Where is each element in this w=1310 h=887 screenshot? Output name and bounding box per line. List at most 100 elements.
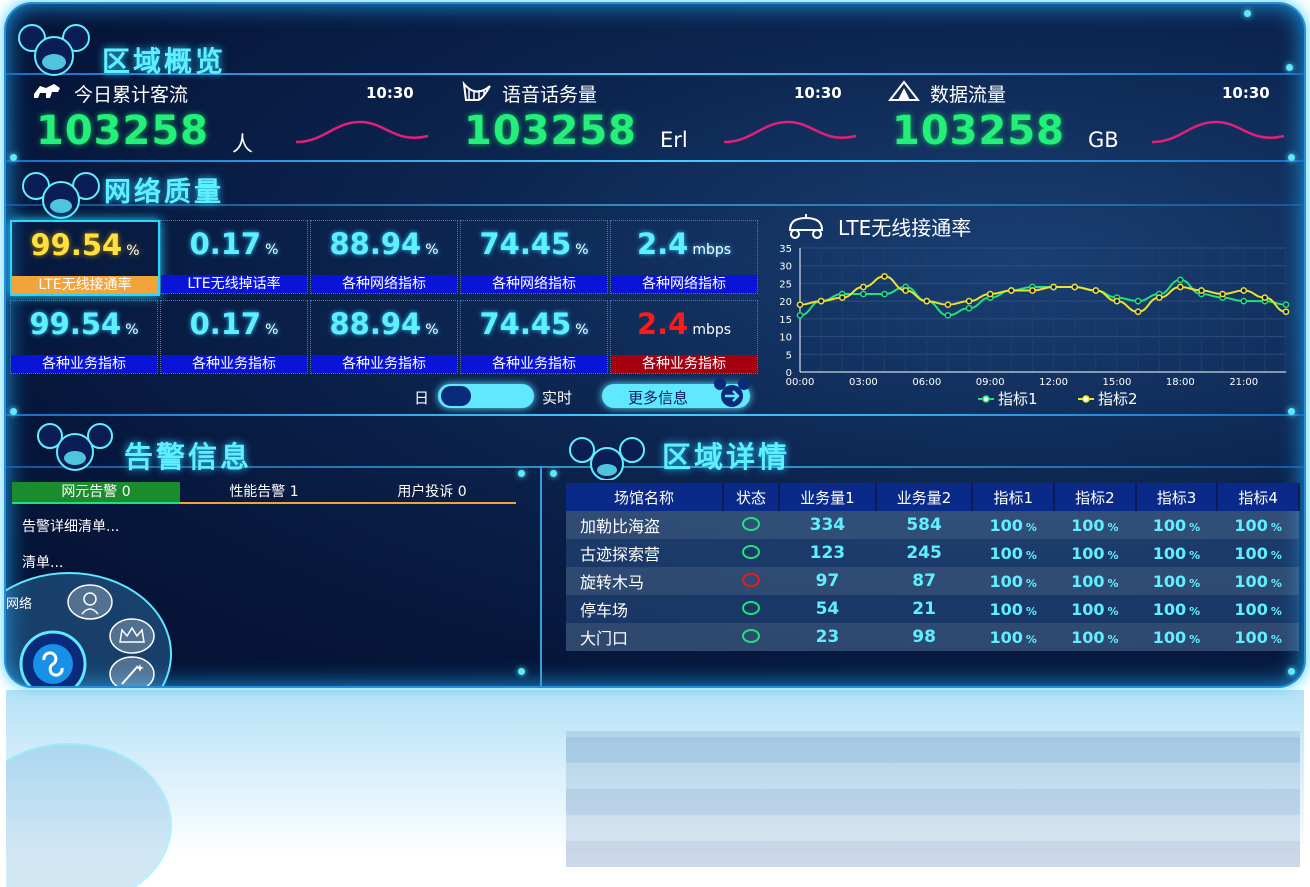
kpi-label: 语音话务量 xyxy=(502,84,598,106)
table-header-row: 场馆名称 状态 业务量1 业务量2 指标1 指标2 指标3 指标4 xyxy=(566,483,1300,511)
corner-dot xyxy=(10,408,17,415)
volume1-cell: 54 xyxy=(779,595,876,623)
data-point xyxy=(923,297,931,305)
crown-icon[interactable] xyxy=(108,618,156,654)
tab-ne-alarm[interactable]: 网元告警 0 xyxy=(12,482,180,504)
venue-name: 旋转木马 xyxy=(566,567,723,595)
y-tick-label: 15 xyxy=(779,315,792,326)
tab-performance-alarm[interactable]: 性能告警 1 xyxy=(180,482,348,504)
column-header[interactable]: 场馆名称 xyxy=(566,483,724,511)
metric-label: 各种业务指标 xyxy=(161,355,307,373)
status-cell xyxy=(722,595,780,623)
data-point xyxy=(860,290,867,298)
table-row[interactable]: 停车场 54 21 100% 100% 100% 100% xyxy=(566,595,1299,623)
metric-label: 各种业务指标 xyxy=(11,355,157,373)
metric-value: 74.45% xyxy=(479,307,589,341)
harp-icon xyxy=(462,80,491,101)
metric-value: 0.17% xyxy=(189,227,279,261)
y-tick-label: 10 xyxy=(779,333,792,344)
y-tick-label: 25 xyxy=(779,279,792,290)
data-point xyxy=(1176,283,1184,291)
data-point xyxy=(817,297,825,305)
data-point xyxy=(1198,287,1205,294)
screen-reflection xyxy=(6,690,1304,887)
metric-label: 各种业务指标 xyxy=(461,355,607,373)
metric-value: 74.45% xyxy=(479,227,589,261)
horse-icon xyxy=(34,84,60,98)
indicator-cell: 100% xyxy=(1054,539,1136,567)
metric-value: 2.4 mbps xyxy=(636,307,732,341)
venue-name: 停车场 xyxy=(566,595,723,623)
metric-value: 2.4 mbps xyxy=(636,227,732,261)
venue-name: 加勒比海盗 xyxy=(566,511,723,539)
metric-tile-row2-4[interactable]: 74.45% 各种业务指标 xyxy=(460,300,608,374)
magic-wand-icon[interactable] xyxy=(108,656,156,686)
column-header[interactable]: 业务量1 xyxy=(779,483,877,511)
metric-tile-row2-1[interactable]: 99.54% 各种业务指标 xyxy=(10,300,158,374)
column-header[interactable]: 指标3 xyxy=(1135,483,1219,511)
metric-value: 99.54% xyxy=(30,228,140,262)
indicator-cell: 100% xyxy=(1217,511,1299,539)
data-point xyxy=(986,290,994,298)
table-row[interactable]: 旋转木马 97 87 100% 100% 100% 100% xyxy=(566,567,1299,595)
status-cell xyxy=(722,623,780,651)
metric-value: 99.54% xyxy=(29,307,139,341)
kpi-label: 今日累计客流 xyxy=(74,84,189,106)
volume2-cell: 584 xyxy=(875,511,973,539)
status-circle-icon xyxy=(741,628,760,643)
metric-tile-row1-4[interactable]: 74.45% 各种网络指标 xyxy=(460,220,608,294)
volume2-cell: 87 xyxy=(875,567,973,595)
metric-tile-row1-3[interactable]: 88.94% 各种网络指标 xyxy=(310,220,458,294)
status-cell xyxy=(722,511,780,539)
column-header[interactable]: 状态 xyxy=(722,483,781,511)
x-tick-label: 00:00 xyxy=(786,377,815,388)
column-header[interactable]: 指标2 xyxy=(1054,483,1137,511)
kpi-time: 10:30 xyxy=(1222,84,1270,102)
metric-label: LTE无线接通率 xyxy=(12,276,158,294)
legend-marker xyxy=(982,395,990,403)
indicator-cell: 100% xyxy=(1135,539,1218,567)
tab-user-complaint[interactable]: 用户投诉 0 xyxy=(348,482,516,504)
column-header[interactable]: 指标1 xyxy=(972,483,1056,511)
column-header[interactable]: 指标4 xyxy=(1217,483,1300,511)
status-circle-icon xyxy=(741,600,760,615)
day-realtime-toggle[interactable] xyxy=(438,384,534,408)
table-row[interactable]: 大门口 23 98 100% 100% 100% 100% xyxy=(566,623,1299,651)
metric-tile-row2-5[interactable]: 2.4 mbps 各种业务指标 xyxy=(610,300,758,374)
mascot-icon xyxy=(22,172,100,219)
data-point xyxy=(838,294,846,301)
astronaut-icon[interactable] xyxy=(66,584,114,620)
status-cell xyxy=(722,567,780,595)
metric-tile-row2-3[interactable]: 88.94% 各种业务指标 xyxy=(310,300,458,374)
metric-tile-row1-2[interactable]: 0.17% LTE无线掉话率 xyxy=(160,220,308,294)
data-point xyxy=(1007,287,1015,294)
section-title-network: 网络质量 xyxy=(104,177,224,208)
venue-detail-table: 场馆名称 状态 业务量1 业务量2 指标1 指标2 指标3 指标4 加勒比海盗 334 584 10… xyxy=(566,483,1300,651)
indicator-cell: 100% xyxy=(1054,511,1136,539)
column-header[interactable]: 业务量2 xyxy=(875,483,974,511)
series-line-1 xyxy=(799,278,1287,317)
table-row[interactable]: 加勒比海盗 334 584 100% 100% 100% 100% xyxy=(566,511,1299,539)
kpi-sparkline xyxy=(723,120,857,144)
metric-tile-row1-5[interactable]: 2.4 mbps 各种网络指标 xyxy=(610,220,758,294)
kpi-unit: GB xyxy=(1088,128,1119,152)
table-row[interactable]: 古迹探索营 123 245 100% 100% 100% 100% xyxy=(566,539,1299,567)
more-info-button[interactable]: 更多信息 xyxy=(602,378,750,408)
data-point xyxy=(860,283,867,291)
radial-menu-network[interactable]: 网络 xyxy=(6,593,32,612)
y-tick-label: 20 xyxy=(779,297,792,308)
x-tick-label: 06:00 xyxy=(912,377,941,388)
alarm-list-link[interactable]: 清单... xyxy=(22,552,63,572)
divider xyxy=(540,466,542,686)
metric-tile-row2-2[interactable]: 0.17% 各种业务指标 xyxy=(160,300,308,374)
data-point xyxy=(1282,308,1290,316)
metric-tile-row1-1[interactable]: 99.54% LTE无线接通率 xyxy=(10,220,160,296)
alarm-detail-link[interactable]: 告警详细清单... xyxy=(22,516,119,536)
corner-dot xyxy=(10,154,17,161)
indicator-cell: 100% xyxy=(972,539,1055,567)
data-point xyxy=(944,301,952,309)
data-point xyxy=(902,287,910,294)
indicator-cell: 100% xyxy=(1054,623,1136,651)
swirl-logo-icon[interactable] xyxy=(12,630,94,686)
divider xyxy=(6,160,1304,162)
